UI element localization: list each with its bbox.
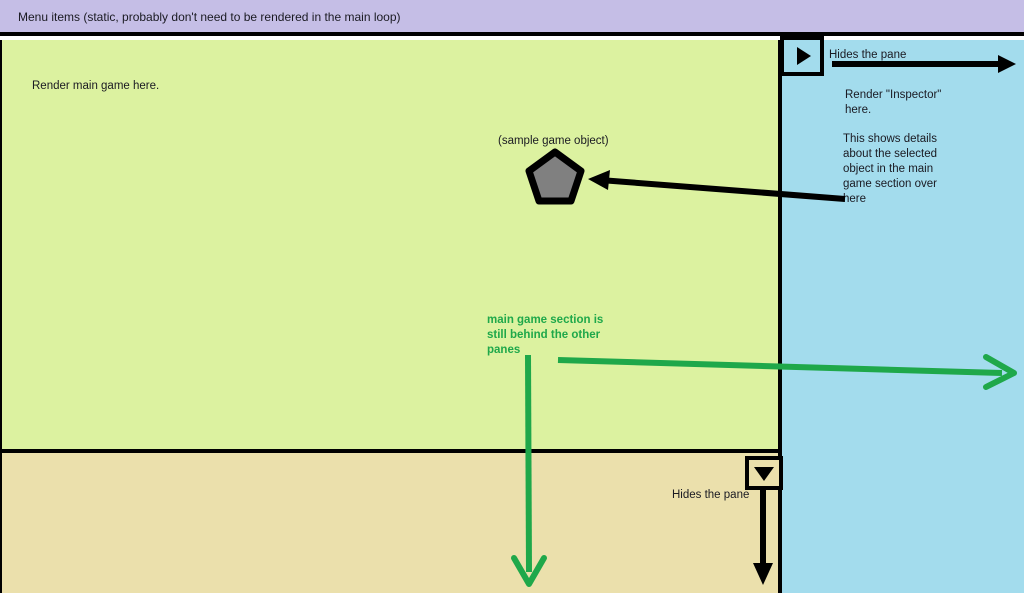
main-game-behind-note: main game section is still behind the ot… bbox=[487, 314, 604, 356]
inspector-pane[interactable] bbox=[782, 40, 1024, 593]
mockup-canvas: Menu items (static, probably don't need … bbox=[0, 0, 1024, 593]
sample-game-object-label: (sample game object) bbox=[498, 135, 609, 147]
bottom-pane-hide-label: Hides the pane bbox=[672, 489, 750, 501]
triangle-down-icon bbox=[754, 467, 774, 481]
inspector-hide-label: Hides the pane bbox=[829, 49, 907, 61]
inspector-detail-label: This shows details about the selected ob… bbox=[843, 133, 937, 205]
play-triangle-right-icon bbox=[796, 47, 811, 65]
hide-inspector-pane-button[interactable] bbox=[780, 36, 824, 76]
main-game-pane[interactable] bbox=[2, 40, 782, 453]
menu-bar-label: Menu items (static, probably don't need … bbox=[18, 10, 401, 24]
bottom-pane[interactable] bbox=[2, 453, 782, 593]
menu-bar[interactable]: Menu items (static, probably don't need … bbox=[0, 0, 1024, 36]
inspector-render-label: Render "Inspector" here. bbox=[845, 89, 942, 116]
hide-bottom-pane-button[interactable] bbox=[745, 456, 783, 490]
main-game-hint-label: Render main game here. bbox=[32, 80, 160, 92]
